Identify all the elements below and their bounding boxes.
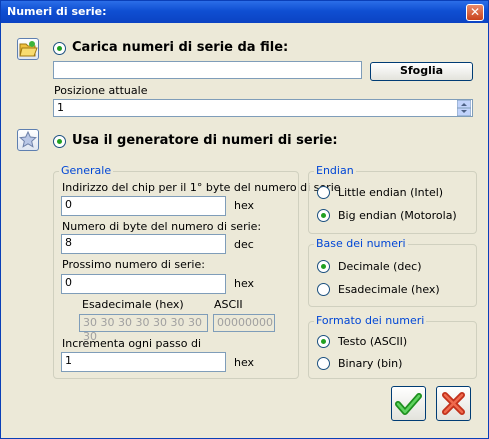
text-ascii-radio[interactable] bbox=[317, 335, 330, 348]
hexadecimal-label: Esadecimale (hex) bbox=[338, 283, 440, 296]
hex-preview-label: Esadecimale (hex) bbox=[82, 298, 184, 311]
window-title: Numeri di serie: bbox=[7, 5, 107, 18]
increment-input[interactable]: 1 bbox=[61, 352, 226, 372]
star-icon[interactable] bbox=[17, 129, 39, 151]
current-position-value: 1 bbox=[57, 101, 64, 114]
endian-legend: Endian bbox=[314, 164, 356, 177]
big-endian-label: Big endian (Motorola) bbox=[338, 209, 457, 222]
byte-count-label: Numero di byte del numero di serie: bbox=[62, 220, 262, 233]
binary-radio[interactable] bbox=[317, 357, 330, 370]
increment-unit: hex bbox=[234, 356, 255, 369]
load-from-file-radio[interactable] bbox=[53, 42, 66, 55]
ok-button[interactable] bbox=[391, 386, 426, 421]
decimal-label: Decimale (dec) bbox=[338, 260, 422, 273]
little-endian-radio[interactable] bbox=[317, 186, 330, 199]
cancel-button[interactable] bbox=[436, 386, 471, 421]
binary-label: Binary (bin) bbox=[338, 357, 403, 370]
increment-label: Incrementa ogni passo di bbox=[62, 337, 202, 350]
number-format-group bbox=[308, 321, 477, 379]
close-button[interactable]: ✕ bbox=[466, 4, 484, 21]
load-from-file-label: Carica numeri di serie da file: bbox=[72, 40, 289, 55]
folder-open-icon[interactable] bbox=[17, 38, 39, 60]
current-position-label: Posizione attuale bbox=[54, 84, 148, 97]
checkmark-icon bbox=[395, 393, 422, 415]
chip-address-label: Indirizzo del chip per il 1° byte del nu… bbox=[62, 181, 341, 194]
number-base-legend: Base dei numeri bbox=[314, 237, 408, 250]
cross-icon bbox=[442, 392, 465, 415]
file-path-input[interactable] bbox=[53, 61, 362, 79]
big-endian-radio[interactable] bbox=[317, 209, 330, 222]
use-generator-label: Usa il generatore di numeri di serie: bbox=[72, 133, 338, 148]
text-ascii-label: Testo (ASCII) bbox=[338, 335, 408, 348]
ascii-preview-field: 00000000 bbox=[213, 314, 275, 332]
browse-button[interactable]: Sfoglia bbox=[370, 62, 473, 81]
byte-count-input[interactable]: 8 bbox=[61, 234, 226, 254]
general-legend: Generale bbox=[59, 164, 114, 177]
decimal-radio[interactable] bbox=[317, 260, 330, 273]
next-number-unit: hex bbox=[234, 277, 255, 290]
little-endian-label: Little endian (Intel) bbox=[338, 186, 444, 199]
serial-numbers-dialog: Numeri di serie: ✕ Carica numeri di seri… bbox=[0, 0, 489, 439]
byte-count-unit: dec bbox=[234, 238, 254, 251]
endian-group bbox=[308, 171, 477, 234]
number-base-group bbox=[308, 244, 477, 307]
next-number-input[interactable]: 0 bbox=[61, 274, 226, 294]
chip-address-input[interactable]: 0 bbox=[61, 196, 226, 216]
hex-preview-field: 30 30 30 30 30 30 30 30 bbox=[79, 314, 208, 343]
hexadecimal-radio[interactable] bbox=[317, 283, 330, 296]
ascii-preview-label: ASCII bbox=[214, 298, 243, 311]
use-generator-radio[interactable] bbox=[53, 135, 66, 148]
current-position-input[interactable]: 1 bbox=[53, 99, 473, 117]
number-format-legend: Formato dei numeri bbox=[314, 314, 427, 327]
title-bar: Numeri di serie: ✕ bbox=[1, 1, 488, 23]
chip-address-unit: hex bbox=[234, 199, 255, 212]
next-number-label: Prossimo numero di serie: bbox=[62, 258, 205, 271]
position-spinner[interactable] bbox=[456, 99, 472, 117]
